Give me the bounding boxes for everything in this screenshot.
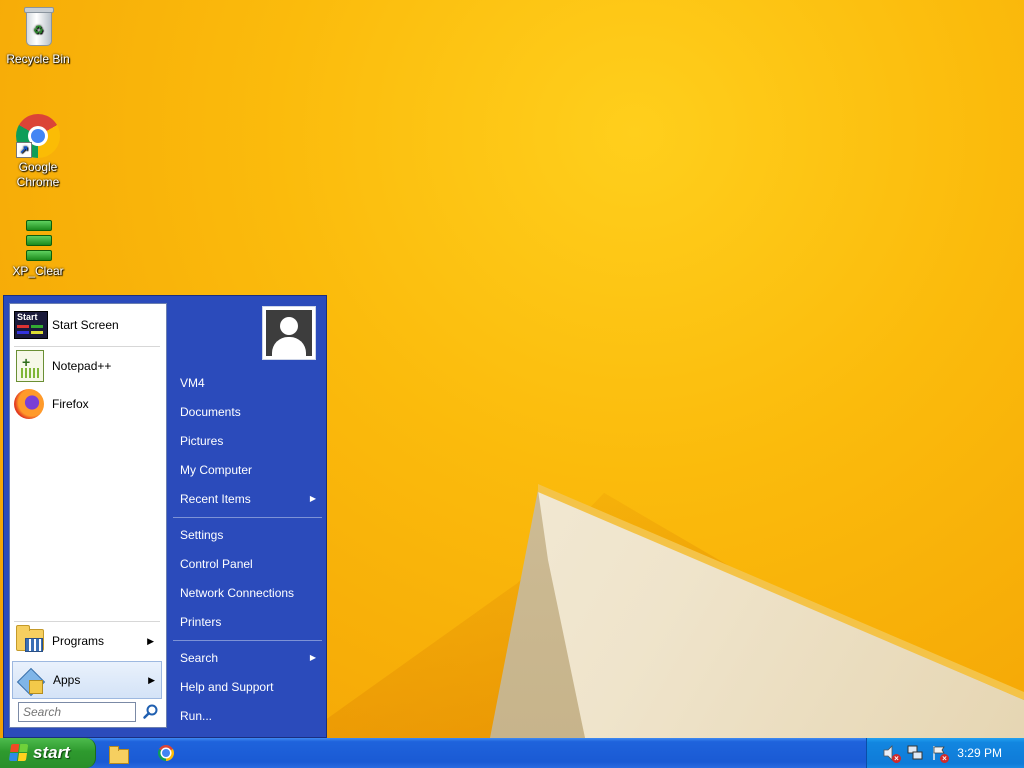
chrome-icon (158, 745, 174, 761)
taskbar-file-explorer-button[interactable] (108, 743, 129, 764)
places-item-control-panel[interactable]: Control Panel (173, 551, 322, 577)
start-menu-item-label: Notepad++ (52, 359, 112, 373)
desktop: ♻ Recycle Bin ↗ Google Chrome XP_Clear S… (0, 0, 1024, 738)
submenu-arrow-icon: ▶ (309, 494, 316, 503)
search-icon[interactable] (142, 703, 160, 721)
places-item-settings[interactable]: Settings (173, 522, 322, 548)
places-item-label: Help and Support (180, 680, 274, 694)
places-item-label: My Computer (180, 463, 253, 477)
programs-folder-icon (14, 625, 46, 657)
places-item-network-connections[interactable]: Network Connections (173, 580, 322, 606)
places-item-label: Printers (180, 615, 222, 629)
taskbar: start × × 3:29 PM (0, 738, 1024, 768)
recycle-bin-icon: ♻ (16, 6, 60, 50)
places-item-label: Network Connections (180, 586, 295, 600)
places-item-label: Settings (180, 528, 224, 542)
start-menu-item-label: Start Screen (52, 318, 119, 332)
places-item-search[interactable]: Search ▶ (173, 645, 322, 671)
separator (173, 517, 322, 518)
places-item-label: Documents (180, 405, 241, 419)
places-item-vm4[interactable]: VM4 (173, 370, 322, 396)
network-icon[interactable] (907, 745, 923, 761)
places-item-help-and-support[interactable]: Help and Support (173, 674, 322, 700)
places-item-documents[interactable]: Documents (173, 399, 322, 425)
separator (14, 621, 160, 622)
places-item-label: Pictures (180, 434, 224, 448)
separator (173, 640, 322, 641)
start-menu-item-label: Apps (53, 673, 81, 687)
start-menu-search-input[interactable] (18, 702, 136, 722)
desktop-icon-google-chrome[interactable]: ↗ Google Chrome (0, 114, 76, 190)
clock[interactable]: 3:29 PM (957, 746, 1002, 760)
places-item-label: Run... (180, 709, 213, 723)
places-item-run[interactable]: Run... (173, 703, 322, 729)
start-menu-item-label: Firefox (52, 397, 89, 411)
submenu-arrow-icon: ▶ (147, 635, 154, 646)
places-item-label: Control Panel (180, 557, 253, 571)
separator (14, 346, 160, 347)
desktop-icon-label: XP_Clear (12, 264, 64, 278)
folder-icon (109, 746, 129, 764)
apps-icon (15, 664, 47, 696)
start-menu-item-notepad-plus-plus[interactable]: Notepad++ (14, 349, 160, 383)
places-item-label: Recent Items (180, 492, 251, 506)
desktop-icon-xp-clear[interactable]: XP_Clear (0, 218, 76, 279)
windows-flag-icon (8, 744, 30, 762)
shortcut-arrow-icon: ↗ (16, 142, 32, 158)
desktop-icon-label: Google Chrome (16, 160, 60, 189)
start-menu-item-programs[interactable]: Programs ▶ (14, 624, 160, 658)
start-menu-item-start-screen[interactable]: Start Start Screen (14, 308, 160, 342)
places-item-printers[interactable]: Printers (173, 609, 322, 635)
desktop-icon-label: Recycle Bin (6, 52, 70, 66)
submenu-arrow-icon: ▶ (309, 653, 316, 662)
user-icon (266, 310, 312, 356)
desktop-icon-recycle-bin[interactable]: ♻ Recycle Bin (0, 6, 76, 67)
places-item-label: Search (180, 651, 219, 665)
notepad-plus-plus-icon (14, 350, 46, 382)
start-menu-programs-pane: Start Start Screen Notepad++ (9, 303, 167, 728)
submenu-arrow-icon: ▶ (148, 674, 155, 685)
places-item-pictures[interactable]: Pictures (173, 428, 322, 454)
action-center-flag-icon[interactable]: × (931, 745, 949, 763)
start-button-label: start (33, 743, 70, 762)
start-menu-item-firefox[interactable]: Firefox (14, 387, 160, 421)
user-avatar[interactable] (262, 306, 316, 360)
firefox-icon (14, 388, 46, 420)
system-tray: × × 3:29 PM (866, 738, 1024, 768)
places-item-recent-items[interactable]: Recent Items ▶ (173, 486, 322, 512)
xp-clear-icon (16, 218, 60, 262)
taskbar-chrome-button[interactable] (156, 743, 176, 763)
places-item-my-computer[interactable]: My Computer (173, 457, 322, 483)
start-menu: Start Start Screen Notepad++ (3, 295, 327, 738)
volume-muted-icon[interactable]: × (883, 745, 901, 763)
start-menu-item-apps[interactable]: Apps ▶ (12, 661, 162, 699)
start-button[interactable]: start (0, 738, 96, 768)
places-item-label: VM4 (180, 376, 205, 390)
start-menu-places-pane: VM4 Documents Pictures My Computer Recen… (169, 296, 327, 738)
start-screen-icon: Start (14, 309, 48, 341)
start-menu-item-label: Programs (52, 634, 105, 648)
chrome-icon: ↗ (16, 114, 60, 158)
